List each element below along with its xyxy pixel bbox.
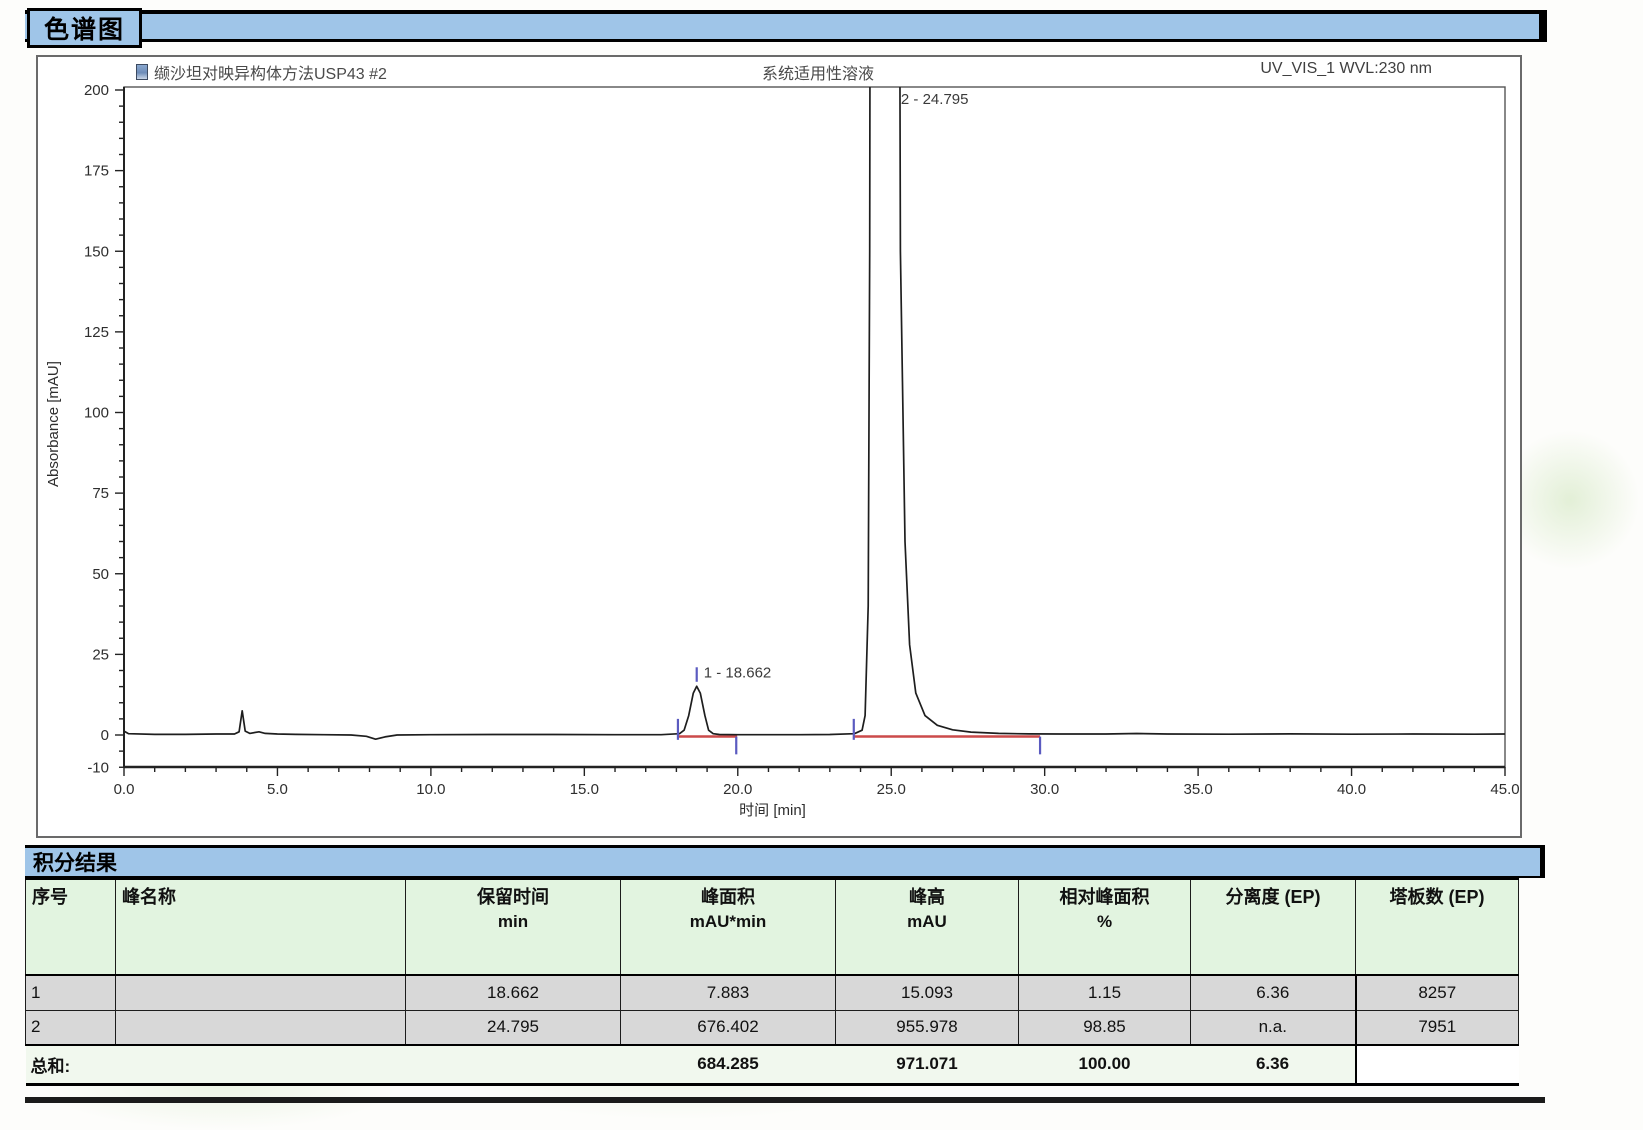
svg-text:100: 100 bbox=[84, 405, 109, 422]
col-header-plates: 塔板数 (EP) bbox=[1356, 879, 1519, 975]
svg-text:125: 125 bbox=[84, 324, 109, 341]
report-page: 色谱图 0.0 5.0 10.0 15.0 20.0 25.0 30.0 35.0 40.0 45… bbox=[0, 0, 1643, 1112]
cell-retention: 24.795 bbox=[406, 1010, 621, 1045]
cell-resolution: n.a. bbox=[1191, 1010, 1356, 1045]
cell-area: 676.402 bbox=[621, 1010, 836, 1045]
chromatogram-plot[interactable]: 0.0 5.0 10.0 15.0 20.0 25.0 30.0 35.0 40.0 45.0 时间… bbox=[38, 57, 1524, 840]
sum-height: 971.071 bbox=[836, 1045, 1019, 1084]
cell-rel-area: 98.85 bbox=[1019, 1010, 1191, 1045]
method-title: 缬沙坦对映异构体方法USP43 #2 bbox=[154, 60, 387, 84]
table-row: 2 24.795 676.402 955.978 98.85 n.a. 7951 bbox=[26, 1010, 1519, 1045]
table-sum-row: 总和: 684.285 971.071 100.00 6.36 bbox=[26, 1045, 1519, 1084]
svg-text:10.0: 10.0 bbox=[416, 781, 445, 798]
integration-results-table: 序号 峰名称 保留时间min 峰面积mAU*min 峰高mAU 相对峰面积% 分… bbox=[25, 878, 1519, 1086]
signal-trace bbox=[124, 57, 1505, 739]
svg-text:25.0: 25.0 bbox=[877, 781, 906, 798]
svg-text:5.0: 5.0 bbox=[267, 781, 288, 798]
svg-text:150: 150 bbox=[84, 243, 109, 260]
sum-area: 684.285 bbox=[621, 1045, 836, 1084]
cell-area: 7.883 bbox=[621, 975, 836, 1010]
y-axis: 200 175 150 125 100 75 50 25 0 -10 Absorbance [mAU… bbox=[45, 82, 124, 776]
col-header-no: 序号 bbox=[26, 879, 116, 975]
sample-name: 系统适用性溶液 bbox=[668, 60, 968, 84]
y-axis-title: Absorbance [mAU] bbox=[45, 361, 62, 487]
col-header-rel-area: 相对峰面积% bbox=[1019, 879, 1191, 975]
svg-text:50: 50 bbox=[92, 566, 109, 583]
x-axis: 0.0 5.0 10.0 15.0 20.0 25.0 30.0 35.0 40.0 45.0 时间… bbox=[114, 767, 1520, 819]
bottom-divider bbox=[25, 1097, 1545, 1103]
cell-peak-name bbox=[116, 1010, 406, 1045]
results-title-text: 积分结果 bbox=[33, 847, 117, 877]
cell-resolution: 6.36 bbox=[1191, 975, 1356, 1010]
svg-text:0: 0 bbox=[101, 727, 109, 744]
col-header-retention: 保留时间min bbox=[406, 879, 621, 975]
plot-frame bbox=[124, 87, 1505, 767]
svg-text:-10: -10 bbox=[87, 759, 109, 776]
col-header-resolution: 分离度 (EP) bbox=[1191, 879, 1356, 975]
cell-no: 2 bbox=[26, 1010, 116, 1045]
svg-text:40.0: 40.0 bbox=[1337, 781, 1366, 798]
svg-text:30.0: 30.0 bbox=[1030, 781, 1059, 798]
cell-height: 15.093 bbox=[836, 975, 1019, 1010]
cell-plates: 8257 bbox=[1356, 975, 1519, 1010]
sum-rel-area: 100.00 bbox=[1019, 1045, 1191, 1084]
col-header-peak-name: 峰名称 bbox=[116, 879, 406, 975]
peak-labels: 1 - 18.662 2 - 24.795 bbox=[704, 91, 969, 681]
detector-label: UV_VIS_1 WVL:230 nm bbox=[1260, 60, 1432, 78]
cell-retention: 18.662 bbox=[406, 975, 621, 1010]
plot-header-left: 缬沙坦对映异构体方法USP43 #2 bbox=[136, 60, 387, 84]
svg-text:0.0: 0.0 bbox=[114, 781, 135, 798]
svg-text:35.0: 35.0 bbox=[1184, 781, 1213, 798]
svg-text:25: 25 bbox=[92, 646, 109, 663]
col-header-area: 峰面积mAU*min bbox=[621, 879, 836, 975]
sum-resolution: 6.36 bbox=[1191, 1045, 1356, 1084]
cell-height: 955.978 bbox=[836, 1010, 1019, 1045]
svg-text:15.0: 15.0 bbox=[570, 781, 599, 798]
cell-plates: 7951 bbox=[1356, 1010, 1519, 1045]
cell-peak-name bbox=[116, 975, 406, 1010]
sum-label: 总和: bbox=[26, 1045, 406, 1084]
svg-text:1 - 18.662: 1 - 18.662 bbox=[704, 664, 772, 681]
x-axis-title: 时间 [min] bbox=[739, 802, 806, 819]
section-title-text: 色谱图 bbox=[44, 10, 125, 46]
table-row: 1 18.662 7.883 15.093 1.15 6.36 8257 bbox=[26, 975, 1519, 1010]
chromatogram-panel: 0.0 5.0 10.0 15.0 20.0 25.0 30.0 35.0 40.0 45.0 时间… bbox=[36, 55, 1522, 838]
svg-text:175: 175 bbox=[84, 163, 109, 180]
injection-icon bbox=[136, 64, 148, 80]
svg-text:20.0: 20.0 bbox=[723, 781, 752, 798]
sum-retention bbox=[406, 1045, 621, 1084]
section-bar-results: 积分结果 bbox=[25, 845, 1545, 878]
sum-plates bbox=[1356, 1045, 1519, 1084]
plot-header: 缬沙坦对映异构体方法USP43 #2 系统适用性溶液 UV_VIS_1 WVL:… bbox=[38, 60, 1520, 84]
cell-rel-area: 1.15 bbox=[1019, 975, 1191, 1010]
section-title-chromatogram: 色谱图 bbox=[27, 8, 142, 48]
svg-text:45.0: 45.0 bbox=[1490, 781, 1519, 798]
section-bar-chromatogram: 色谱图 bbox=[25, 10, 1547, 42]
svg-text:2 - 24.795: 2 - 24.795 bbox=[901, 91, 969, 108]
cell-no: 1 bbox=[26, 975, 116, 1010]
col-header-height: 峰高mAU bbox=[836, 879, 1019, 975]
svg-text:75: 75 bbox=[92, 485, 109, 502]
table-header-row: 序号 峰名称 保留时间min 峰面积mAU*min 峰高mAU 相对峰面积% 分… bbox=[26, 879, 1519, 975]
svg-text:200: 200 bbox=[84, 82, 109, 99]
